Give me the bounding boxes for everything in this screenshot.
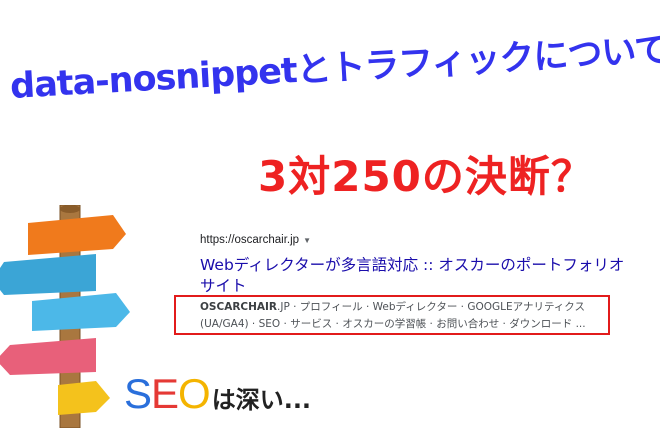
search-result: https://oscarchair.jp ▼ Webディレクターが多言語対応 :… [200, 234, 650, 297]
seo-caption-rest: は深い... [211, 386, 312, 414]
seo-letter-o: O [178, 370, 211, 417]
seo-letter-s: S [124, 370, 152, 417]
snippet-line1: .JP · プロフィール · Webディレクター · GOOGLEアナリティクス [277, 301, 585, 313]
signpost-illustration [0, 205, 130, 428]
dropdown-caret-icon[interactable]: ▼ [303, 236, 311, 245]
result-title-line2[interactable]: サイト [200, 277, 247, 295]
result-url[interactable]: https://oscarchair.jp ▼ [200, 234, 650, 246]
result-title-line1[interactable]: Webディレクターが多言語対応 :: オスカーのポートフォリオ [200, 256, 624, 274]
headline-title: data-nosnippetとトラフィックについて [9, 30, 660, 107]
result-title-link[interactable]: Webディレクターが多言語対応 :: オスカーのポートフォリオ サイト [200, 255, 650, 297]
subhead-title: 3対250の決断？ [258, 152, 594, 201]
seo-caption: SEOは深い... [124, 370, 311, 418]
seo-letter-e: E [151, 370, 179, 417]
snippet-brand: OSCARCHAIR [200, 301, 278, 313]
snippet-line2: (UA/GA4) · SEO · サービス · オスカーの学習帳 · お問い合わ… [200, 318, 586, 330]
result-url-text[interactable]: https://oscarchair.jp [200, 234, 299, 246]
result-snippet: OSCARCHAIR.JP · プロフィール · Webディレクター · GOO… [200, 299, 610, 333]
